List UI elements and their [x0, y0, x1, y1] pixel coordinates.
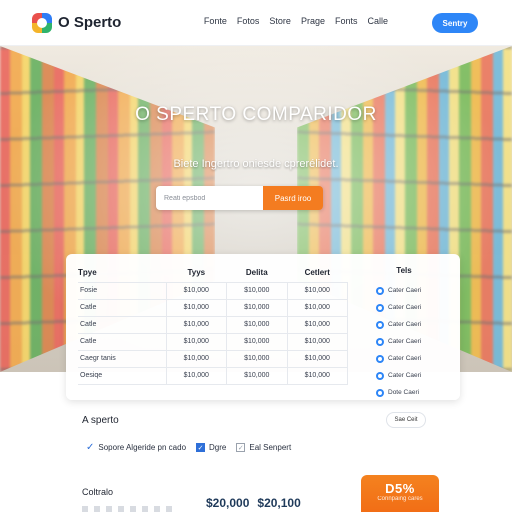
col-header-delita: Delita: [245, 268, 268, 278]
side-item-label: Cater Caeri: [388, 287, 422, 294]
cell-price: $10,000: [226, 315, 287, 334]
search-bar: Pasrd iroo: [156, 186, 323, 210]
hero-subtitle: Biete Ingertro oniesde cprerélidet.: [173, 158, 339, 170]
cell-name: Fosie: [78, 281, 167, 300]
check-label: Sopore Algeride pn cado: [98, 443, 187, 452]
nav-link-fonte[interactable]: Fonte: [204, 16, 227, 26]
cell-name: Catle: [78, 298, 167, 317]
cell-price: $10,000: [286, 332, 348, 351]
col-header-cetlert: Cetlert: [304, 268, 330, 278]
cell-name: Catle: [78, 332, 167, 351]
bottom-prices: $20,000 $20,100: [206, 496, 301, 510]
search-button[interactable]: Pasrd iroo: [263, 186, 323, 210]
radio-icon: [376, 320, 384, 329]
section-title: A sperto: [82, 415, 119, 426]
table-row[interactable]: Catle $10,000 $10,000 $10,000: [78, 332, 348, 351]
checkbox-checked-icon: ✓: [196, 443, 206, 452]
cell-price: $10,000: [286, 298, 348, 317]
filter-checks: ✓ Sopore Algeride pn cado ✓ Dgre ✓ Eal S…: [86, 442, 291, 453]
cell-price: $10,000: [226, 281, 287, 300]
cell-price: $10,000: [165, 315, 227, 334]
comparison-table: Tpye Tyys Delita Cetlert Fosie $10,000 $…: [78, 264, 348, 385]
nav-link-prage[interactable]: Prage: [301, 16, 325, 26]
promo-discount: D5%: [385, 481, 415, 496]
brand-name: O Sperto: [58, 14, 122, 31]
radio-icon: [376, 354, 384, 363]
table-header-row: Tpye Tyys Delita Cetlert: [78, 264, 348, 282]
cell-price: $10,000: [286, 349, 348, 368]
search-input[interactable]: [156, 186, 263, 210]
hero-title: O SPERTO COMPARIDOR: [135, 104, 377, 125]
cell-price: $10,000: [165, 332, 227, 351]
main-nav: Fonte Fotos Store Prage Fonts Calle: [204, 16, 388, 26]
promo-caption: Connpaing cares: [377, 496, 423, 502]
radio-icon: [376, 388, 384, 397]
radio-icon: [376, 303, 384, 312]
checkbox-partial-icon: ✓: [236, 443, 246, 452]
cell-price: $10,000: [165, 298, 227, 317]
side-item-label: Cater Caeri: [388, 321, 422, 328]
check-label: Dgre: [209, 443, 227, 452]
nav-link-store[interactable]: Store: [269, 16, 291, 26]
side-item-label: Cater Caeri: [388, 304, 422, 311]
cell-price: $10,000: [226, 366, 287, 385]
radio-icon: [376, 337, 384, 346]
side-item[interactable]: Cater Caeri: [362, 333, 446, 350]
cell-name: Caegr tanis: [78, 349, 167, 368]
side-item[interactable]: Cater Caeri: [362, 350, 446, 367]
side-item-label: Cater Caeri: [388, 338, 422, 345]
bottom-section-title: Coltralo: [82, 487, 114, 497]
cell-price: $10,000: [286, 281, 348, 300]
nav-link-fotos[interactable]: Fotos: [237, 16, 260, 26]
side-item[interactable]: Cater Caeri: [362, 316, 446, 333]
table-row[interactable]: Caegr tanis $10,000 $10,000 $10,000: [78, 349, 348, 368]
cell-name: Catle: [78, 315, 167, 334]
table-row[interactable]: Catle $10,000 $10,000 $10,000: [78, 298, 348, 317]
side-item[interactable]: Cater Caeri: [362, 282, 446, 299]
radio-icon: [376, 286, 384, 295]
cell-price: $10,000: [165, 281, 227, 300]
brand-logo[interactable]: O Sperto: [32, 12, 122, 33]
cell-price: $10,000: [226, 332, 287, 351]
logo-icon: [32, 12, 52, 33]
cell-price: $10,000: [165, 366, 227, 385]
nav-link-fonts[interactable]: Fonts: [335, 16, 358, 26]
side-panel: Tels Cater Caeri Cater Caeri Cater Caeri…: [362, 264, 446, 401]
table-row[interactable]: Fosie $10,000 $10,000 $10,000: [78, 281, 348, 300]
checkmark-icon: ✓: [86, 442, 95, 453]
placeholder-text-row: [82, 506, 172, 512]
check-option-3[interactable]: ✓ Eal Senpert: [236, 443, 291, 452]
side-item-label: Cater Caeri: [388, 355, 422, 362]
cell-price: $10,000: [286, 366, 348, 385]
col-header-type: Tpye: [78, 268, 97, 278]
header-cta-button[interactable]: Sentry: [432, 13, 478, 33]
side-item-label: Dote Caeri: [388, 389, 420, 396]
cell-price: $10,000: [226, 349, 287, 368]
comparison-card: Tpye Tyys Delita Cetlert Fosie $10,000 $…: [66, 254, 460, 428]
radio-icon: [376, 371, 384, 380]
promo-card[interactable]: D5% Connpaing cares: [361, 475, 439, 512]
nav-link-calle[interactable]: Calle: [367, 16, 388, 26]
col-header-tyys: Tyys: [187, 268, 206, 278]
check-option-2[interactable]: ✓ Dgre: [196, 443, 226, 452]
side-item[interactable]: Dote Caeri: [362, 384, 446, 401]
side-item[interactable]: Cater Caeri: [362, 299, 446, 316]
top-header: O Sperto Fonte Fotos Store Prage Fonts C…: [0, 0, 512, 46]
check-label: Eal Senpert: [249, 443, 292, 452]
cell-price: $10,000: [226, 298, 287, 317]
table-row[interactable]: Oesiqe $10,000 $10,000 $10,000: [78, 366, 348, 385]
cell-price: $10,000: [286, 315, 348, 334]
cell-name: Oesiqe: [78, 366, 167, 385]
side-panel-title: Tels: [396, 266, 412, 275]
check-option-1[interactable]: ✓ Sopore Algeride pn cado: [86, 442, 186, 453]
price-value: $20,000: [206, 496, 250, 510]
price-value: $20,100: [257, 496, 301, 510]
side-item[interactable]: Cater Caeri: [362, 367, 446, 384]
cell-price: $10,000: [165, 349, 227, 368]
table-row[interactable]: Catle $10,000 $10,000 $10,000: [78, 315, 348, 334]
side-panel-button[interactable]: Sae Ceit: [386, 412, 426, 428]
side-item-label: Cater Caeri: [388, 372, 422, 379]
